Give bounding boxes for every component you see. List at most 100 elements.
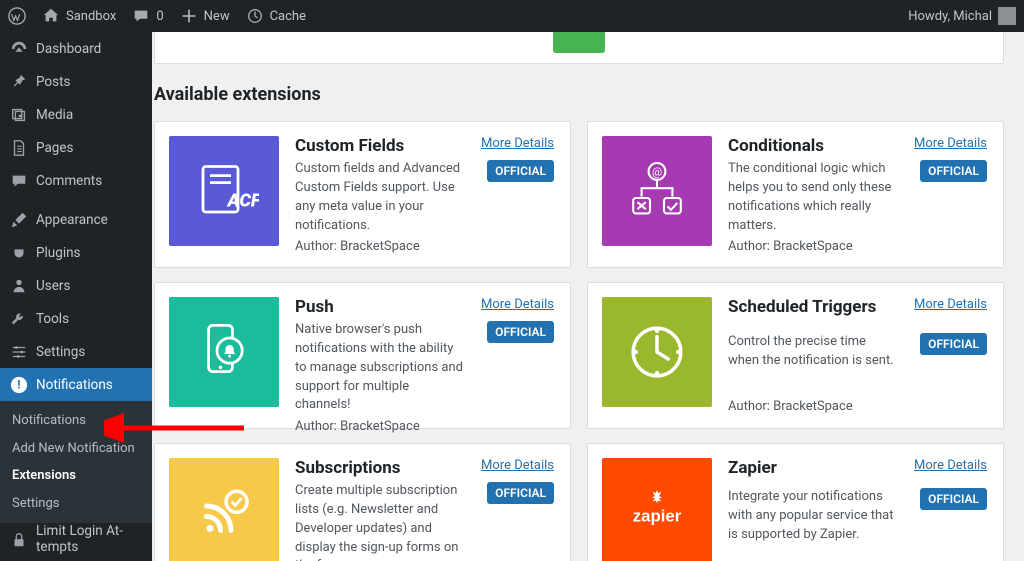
extension-card: @ Conditionals More Details The conditio… bbox=[587, 121, 1004, 268]
extension-description: Native browser's push notifications with… bbox=[295, 321, 465, 415]
extension-card: Scheduled Triggers More Details Control … bbox=[587, 282, 1004, 429]
sidebar-item-plugins[interactable]: Plugins bbox=[0, 236, 152, 269]
cache-label: Cache bbox=[270, 9, 306, 24]
official-badge: OFFICIAL bbox=[920, 333, 987, 355]
sidebar-item-media[interactable]: Media bbox=[0, 98, 152, 131]
comment-icon bbox=[132, 7, 150, 25]
sidebar-item-label: Comments bbox=[36, 173, 102, 189]
extension-author: Author: BracketSpace bbox=[295, 419, 554, 434]
sidebar-item-notifications[interactable]: ! Notifications bbox=[0, 368, 152, 401]
extension-icon bbox=[169, 297, 279, 407]
extension-icon: @ bbox=[602, 136, 712, 246]
section-title: Available extensions bbox=[154, 84, 1004, 105]
extension-author: Author: BracketSpace bbox=[295, 239, 554, 254]
extension-card: zapier Zapier More Details Integrate you… bbox=[587, 443, 1004, 561]
sidebar-item-limit-login-attempts[interactable]: Limit Login At-tempts bbox=[0, 523, 152, 556]
svg-text:ACF: ACF bbox=[226, 190, 260, 211]
page-icon bbox=[10, 139, 28, 157]
extension-description: Custom fields and Advanced Custom Fields… bbox=[295, 160, 465, 235]
sidebar-item-tools[interactable]: Tools bbox=[0, 302, 152, 335]
comments-link[interactable]: 0 bbox=[124, 0, 171, 32]
svg-text:zapier: zapier bbox=[633, 506, 682, 525]
more-details-link[interactable]: More Details bbox=[914, 136, 987, 156]
account-link[interactable]: Howdy, Michal bbox=[900, 0, 1024, 32]
sidebar-item-comments[interactable]: Comments bbox=[0, 164, 152, 197]
extension-icon bbox=[602, 297, 712, 407]
extension-title: Push bbox=[295, 297, 465, 317]
more-details-link[interactable]: More Details bbox=[914, 297, 987, 329]
extension-title: Zapier bbox=[728, 458, 898, 484]
extension-author: Author: BracketSpace bbox=[728, 239, 987, 254]
official-badge: OFFICIAL bbox=[920, 488, 987, 510]
extension-title: Conditionals bbox=[728, 136, 898, 156]
extension-card: Push More Details Native browser's push … bbox=[154, 282, 571, 429]
official-badge: OFFICIAL bbox=[920, 160, 987, 182]
wp-logo[interactable] bbox=[0, 0, 34, 32]
sidebar-item-label: Dashboard bbox=[36, 41, 101, 57]
sidebar-item-appearance[interactable]: Appearance bbox=[0, 203, 152, 236]
svg-text:@: @ bbox=[652, 166, 662, 179]
bell-icon: ! bbox=[10, 376, 28, 394]
site-link[interactable]: Sandbox bbox=[34, 0, 124, 32]
admin-sidebar: Dashboard Posts Media Pages Comments Appearan… bbox=[0, 32, 152, 561]
sidebar-item-pages[interactable]: Pages bbox=[0, 131, 152, 164]
more-details-link[interactable]: More Details bbox=[481, 136, 554, 156]
more-details-link[interactable]: More Details bbox=[481, 297, 554, 317]
plus-icon bbox=[180, 7, 198, 25]
sidebar-item-label: Appearance bbox=[36, 212, 108, 228]
extension-title: Custom Fields bbox=[295, 136, 465, 156]
comment-icon bbox=[10, 172, 28, 190]
more-details-link[interactable]: More Details bbox=[914, 458, 987, 484]
banner-button[interactable] bbox=[553, 32, 605, 53]
howdy-text: Howdy, Michal bbox=[908, 9, 992, 24]
extension-title: Scheduled Triggers bbox=[728, 297, 898, 329]
svg-text:!: ! bbox=[17, 377, 20, 391]
submenu-item-add-new-notification[interactable]: Add New Notification bbox=[0, 435, 152, 463]
cache-icon bbox=[246, 7, 264, 25]
admin-toolbar: Sandbox 0 New Cache Howdy, Michal bbox=[0, 0, 1024, 32]
cache-link[interactable]: Cache bbox=[238, 0, 314, 32]
new-content-link[interactable]: New bbox=[172, 0, 238, 32]
page-content: Available extensions ACF Custom Fields M… bbox=[152, 32, 1024, 561]
sidebar-item-label: Media bbox=[36, 107, 73, 123]
sidebar-item-label: Users bbox=[36, 278, 70, 294]
extension-icon bbox=[169, 458, 279, 561]
official-badge: OFFICIAL bbox=[487, 160, 554, 182]
top-banner bbox=[154, 32, 1004, 64]
sidebar-item-posts[interactable]: Posts bbox=[0, 65, 152, 98]
more-details-link[interactable]: More Details bbox=[481, 458, 554, 478]
comments-count: 0 bbox=[156, 9, 163, 24]
sidebar-item-settings[interactable]: Settings bbox=[0, 335, 152, 368]
site-name: Sandbox bbox=[66, 9, 116, 24]
sidebar-item-label: Pages bbox=[36, 140, 74, 156]
extension-icon: ACF bbox=[169, 136, 279, 246]
extension-description: Create multiple subscription lists (e.g.… bbox=[295, 482, 465, 561]
extension-title: Subscriptions bbox=[295, 458, 465, 478]
collapse-menu[interactable]: Collapse menu bbox=[0, 556, 152, 561]
extension-card: Subscriptions More Details Create multip… bbox=[154, 443, 571, 561]
sidebar-item-label: Plugins bbox=[36, 245, 81, 261]
sidebar-item-label: Notifications bbox=[36, 377, 113, 393]
plug-icon bbox=[10, 244, 28, 262]
extension-icon: zapier bbox=[602, 458, 712, 561]
official-badge: OFFICIAL bbox=[487, 482, 554, 504]
sidebar-item-dashboard[interactable]: Dashboard bbox=[0, 32, 152, 65]
submenu-item-extensions[interactable]: Extensions bbox=[0, 462, 152, 490]
submenu-item-notifications[interactable]: Notifications bbox=[0, 407, 152, 435]
new-label: New bbox=[204, 9, 230, 24]
wrench-icon bbox=[10, 310, 28, 328]
sidebar-item-users[interactable]: Users bbox=[0, 269, 152, 302]
sidebar-item-label: Limit Login At-tempts bbox=[36, 524, 123, 555]
extensions-grid: ACF Custom Fields More Details Custom fi… bbox=[154, 121, 1004, 561]
sidebar-item-label: Settings bbox=[36, 344, 85, 360]
extension-card: ACF Custom Fields More Details Custom fi… bbox=[154, 121, 571, 268]
submenu-item-settings[interactable]: Settings bbox=[0, 490, 152, 518]
extension-description: Integrate your notifications with any po… bbox=[728, 488, 898, 550]
sidebar-item-label: Posts bbox=[36, 74, 70, 90]
sidebar-submenu: NotificationsAdd New NotificationExtensi… bbox=[0, 401, 152, 523]
brush-icon bbox=[10, 211, 28, 229]
official-badge: OFFICIAL bbox=[487, 321, 554, 343]
sidebar-item-label: Tools bbox=[36, 311, 69, 327]
media-icon bbox=[10, 106, 28, 124]
dashboard-icon bbox=[10, 40, 28, 58]
